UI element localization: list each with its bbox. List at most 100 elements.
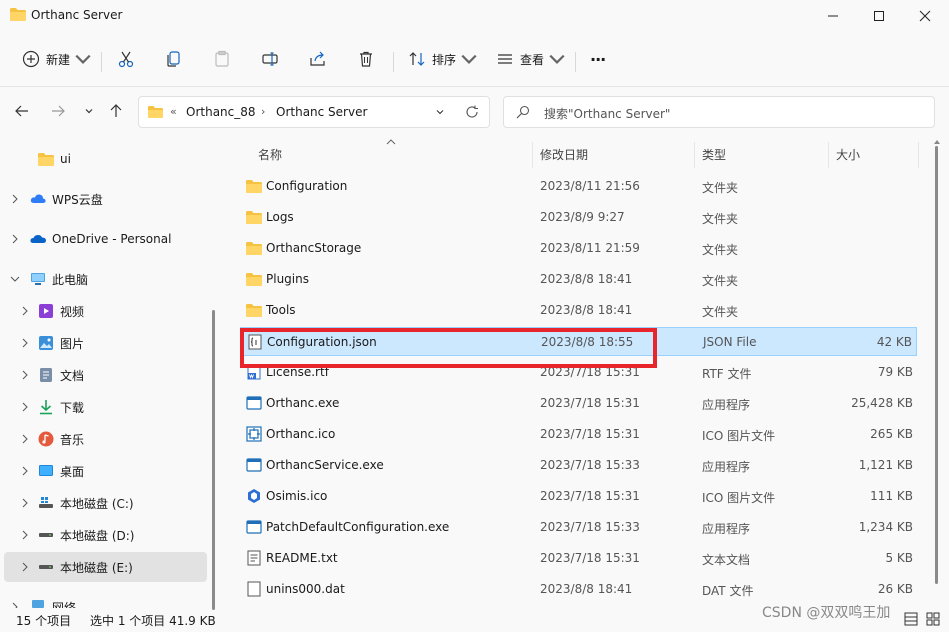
- sidebar-item-documents[interactable]: 文档: [4, 360, 207, 390]
- column-header-size[interactable]: 大小: [836, 146, 860, 163]
- view-button[interactable]: 查看: [496, 44, 566, 74]
- minimize-button[interactable]: [810, 0, 856, 32]
- refresh-icon[interactable]: [465, 105, 479, 119]
- new-button[interactable]: 新建: [22, 44, 92, 74]
- file-row[interactable]: unins000.dat 2023/8/8 18:41 DAT 文件 26 KB: [240, 575, 917, 604]
- file-list-scrollbar[interactable]: [935, 146, 938, 584]
- sidebar-item-music[interactable]: 音乐: [4, 424, 207, 454]
- folder-icon: [10, 8, 26, 21]
- search-box[interactable]: 搜索"Orthanc Server": [503, 96, 935, 128]
- column-header-date[interactable]: 修改日期: [540, 146, 588, 163]
- chevron-right-icon[interactable]: [20, 530, 30, 540]
- sidebar-item-downloads[interactable]: 下载: [4, 392, 207, 422]
- file-row[interactable]: PatchDefaultConfiguration.exe 2023/7/18 1…: [240, 513, 917, 542]
- chevron-right-icon[interactable]: [10, 234, 20, 244]
- chevron-right-icon[interactable]: [20, 338, 30, 348]
- item-count: 15 个项目: [16, 614, 72, 628]
- delete-button[interactable]: [357, 44, 375, 74]
- up-button[interactable]: [105, 100, 127, 122]
- pictures-icon: [39, 336, 53, 350]
- network-icon: [32, 600, 44, 608]
- sidebar-item-drive-c[interactable]: 本地磁盘 (C:): [4, 488, 207, 518]
- file-row[interactable]: OrthancStorage 2023/8/11 21:59 文件夹: [240, 234, 917, 263]
- chevron-right-icon[interactable]: [20, 370, 30, 380]
- details-view-icon[interactable]: [904, 612, 918, 626]
- tiles-view-icon[interactable]: [926, 612, 940, 626]
- file-modified-date: 2023/7/18 15:31: [540, 551, 640, 565]
- sidebar-item-onedrive[interactable]: OneDrive - Personal: [4, 224, 207, 254]
- chevron-right-icon[interactable]: [20, 562, 30, 572]
- column-header-type[interactable]: 类型: [702, 146, 726, 163]
- file-modified-date: 2023/7/18 15:33: [540, 520, 640, 534]
- column-divider[interactable]: [532, 142, 533, 168]
- file-row[interactable]: OrthancService.exe 2023/7/18 15:33 应用程序 1,1…: [240, 451, 917, 480]
- chevron-right-icon[interactable]: [20, 306, 30, 316]
- sidebar-item-network[interactable]: 网络: [4, 592, 207, 608]
- column-divider[interactable]: [694, 142, 695, 168]
- folder-icon: [246, 242, 262, 255]
- chevron-right-icon[interactable]: [20, 402, 30, 412]
- file-type: 应用程序: [702, 398, 751, 412]
- sidebar-item-drive-e[interactable]: 本地磁盘 (E:): [4, 552, 207, 582]
- file-size: 5 KB: [885, 551, 913, 565]
- chevron-down-icon[interactable]: [10, 274, 20, 284]
- file-name: README.txt: [266, 551, 338, 565]
- copy-icon: [167, 51, 180, 67]
- file-modified-date: 2023/7/18 15:31: [540, 396, 640, 410]
- rename-button[interactable]: [261, 44, 279, 74]
- overflow-indicator[interactable]: «: [170, 105, 177, 118]
- file-list: 名称 修改日期 类型 大小 Configuration 2023/8/11 21:…: [226, 138, 935, 608]
- column-divider[interactable]: [918, 142, 919, 168]
- chevron-right-icon[interactable]: [20, 434, 30, 444]
- recent-locations-button[interactable]: [78, 100, 100, 122]
- file-type: 文件夹: [702, 212, 739, 226]
- sidebar-item-videos[interactable]: 视频: [4, 296, 207, 326]
- chevron-right-icon[interactable]: [20, 498, 30, 508]
- breadcrumb-segment[interactable]: Orthanc Server: [276, 105, 367, 119]
- more-button[interactable]: ···: [590, 44, 606, 74]
- file-name: PatchDefaultConfiguration.exe: [266, 520, 450, 534]
- column-divider[interactable]: [828, 142, 829, 168]
- breadcrumb-segment[interactable]: Orthanc_88: [186, 105, 256, 119]
- forward-button[interactable]: [47, 100, 69, 122]
- maximize-button[interactable]: [856, 0, 902, 32]
- sidebar-item-pictures[interactable]: 图片: [4, 328, 207, 358]
- file-row[interactable]: Orthanc.ico 2023/7/18 15:31 ICO 图片文件 265 KB: [240, 420, 917, 449]
- file-row[interactable]: README.txt 2023/7/18 15:31 文本文档 5 KB: [240, 544, 917, 573]
- copy-button[interactable]: [165, 44, 183, 74]
- chevron-right-icon[interactable]: [20, 466, 30, 476]
- sidebar-item-wps-cloud[interactable]: WPS云盘: [4, 184, 207, 214]
- file-row[interactable]: Configuration 2023/8/11 21:56 文件夹: [240, 172, 917, 201]
- file-row[interactable]: Plugins 2023/8/8 18:41 文件夹: [240, 265, 917, 294]
- back-button[interactable]: [11, 100, 33, 122]
- sidebar-item-ui[interactable]: ui: [4, 144, 207, 174]
- address-bar[interactable]: « Orthanc_88 › Orthanc Server: [138, 96, 490, 128]
- cut-button[interactable]: [117, 44, 135, 74]
- chevron-down-icon[interactable]: [433, 105, 447, 119]
- file-type: 应用程序: [702, 522, 751, 536]
- sidebar-scrollbar[interactable]: [212, 310, 215, 610]
- sidebar-item-label: 此电脑: [52, 272, 89, 287]
- paste-button[interactable]: [213, 44, 231, 74]
- file-size: 42 KB: [876, 335, 912, 349]
- close-button[interactable]: [902, 0, 948, 32]
- file-row[interactable]: Orthanc.exe 2023/7/18 15:31 应用程序 25,428 KB: [240, 389, 917, 418]
- column-header-name[interactable]: 名称: [258, 146, 282, 163]
- file-row[interactable]: Logs 2023/8/9 9:27 文件夹: [240, 203, 917, 232]
- sort-button[interactable]: 排序: [408, 44, 478, 74]
- sidebar-item-this-pc[interactable]: 此电脑: [4, 264, 207, 294]
- file-type: 应用程序: [702, 460, 751, 474]
- sidebar-item-label: 本地磁盘 (D:): [60, 528, 135, 543]
- selection-info: 选中 1 个项目 41.9 KB: [90, 614, 216, 628]
- file-modified-date: 2023/7/18 15:33: [540, 458, 640, 472]
- scroll-up-icon[interactable]: [932, 138, 942, 146]
- sidebar-item-drive-d[interactable]: 本地磁盘 (D:): [4, 520, 207, 550]
- breadcrumb-separator[interactable]: ›: [261, 105, 265, 118]
- sidebar-item-desktop[interactable]: 桌面: [4, 456, 207, 486]
- share-button[interactable]: [309, 44, 327, 74]
- more-label: ···: [590, 49, 606, 69]
- chevron-right-icon[interactable]: [10, 194, 20, 204]
- file-row[interactable]: Tools 2023/8/8 18:41 文件夹: [240, 296, 917, 325]
- file-name: OrthancStorage: [266, 241, 362, 255]
- file-row[interactable]: Osimis.ico 2023/7/18 15:31 ICO 图片文件 111 KB: [240, 482, 917, 511]
